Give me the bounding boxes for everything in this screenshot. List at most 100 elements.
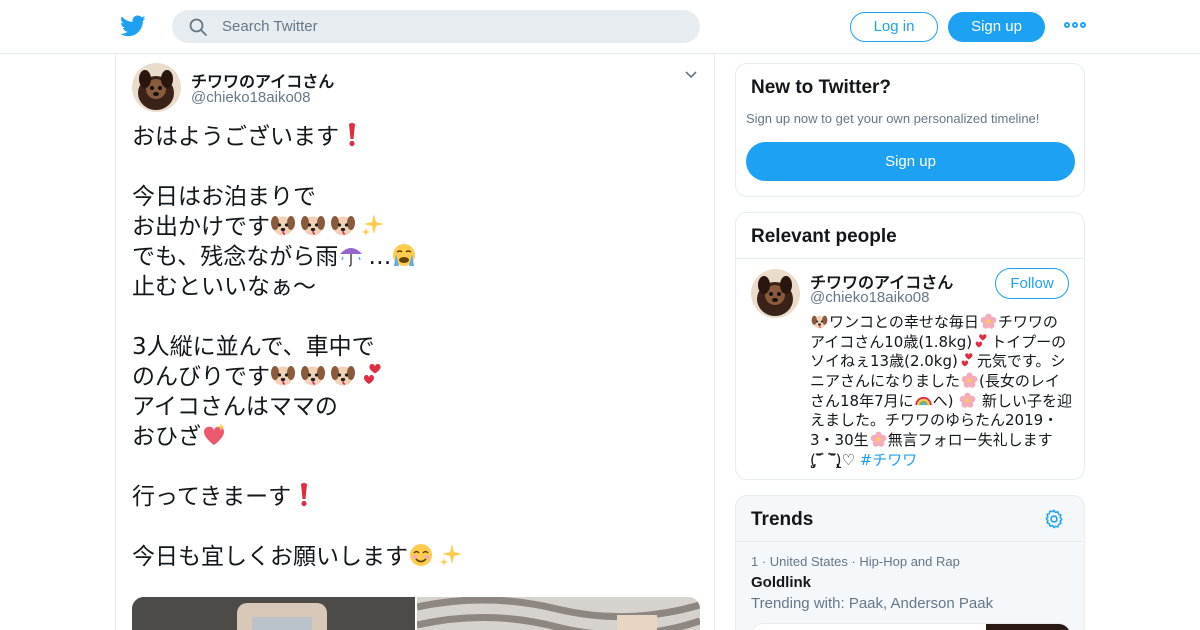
tweet-text-line: 今日はお泊まりで [132, 182, 692, 212]
dog-face-icon [811, 313, 828, 330]
follow-button[interactable]: Follow [995, 268, 1069, 299]
card-title: Trends [751, 509, 814, 530]
bio-text: 元気です。シ [976, 352, 1066, 371]
tweet-line-text: 3人縦に並んで、車中で [132, 334, 375, 360]
cherry-blossom-icon [959, 392, 976, 409]
tweet-line-text: おはようございます [132, 124, 339, 150]
tweet-line-suffix: … [368, 244, 392, 270]
dog-face-icon [330, 212, 356, 238]
tweet-line-text: 行ってきまーす [132, 484, 292, 510]
smiling-face-icon [408, 542, 434, 568]
bio-line: ソイねぇ13歳(2.0kg) 元気です。シ [810, 351, 1072, 371]
avatar[interactable] [751, 269, 800, 318]
bio-text: ソイねぇ13歳(2.0kg) [810, 352, 958, 371]
tweet-line-text: おひざ [132, 424, 201, 450]
bio-text: 新しい子を迎 [977, 391, 1073, 410]
avatar[interactable] [132, 63, 181, 112]
dog-face-icon [270, 212, 296, 238]
cherry-blossom-icon [980, 313, 997, 330]
search-input[interactable] [222, 10, 682, 43]
two-hearts-icon [360, 362, 386, 388]
card-subtitle: Sign up now to get your own personalized… [746, 111, 1040, 126]
profile-bio: ワンコとの幸せな毎日 チワワの アイコさん10歳(1.8kg) トイプーの ソイねぇ13… [810, 312, 1072, 470]
tweet-text-line: 3人縦に並んで、車中で [132, 332, 692, 362]
trend-preview[interactable] [751, 623, 1071, 630]
trend-name[interactable]: Goldlink [751, 574, 811, 591]
bio-text: さん18年7月に [810, 391, 914, 410]
tweet-text-line: お出かけです [132, 212, 692, 242]
two-hearts-icon [959, 352, 976, 369]
tweet-line-text: アイコさんはママの [132, 394, 338, 420]
bio-line: えました。チワワのゆらたん2019・ [810, 410, 1072, 430]
bio-text: えました。チワワのゆらたん2019・ [810, 411, 1059, 430]
trends-card: Trends 1 · United States · Hip-Hop and R… [735, 495, 1085, 630]
trend-related: Trending with: Paak, Anderson Paak [751, 595, 994, 612]
dog-face-icon [330, 362, 356, 388]
bio-text: チワワの [997, 313, 1058, 331]
sign-up-button[interactable]: Sign up [948, 12, 1045, 42]
cherry-blossom-icon [870, 431, 887, 448]
bio-line: ワンコとの幸せな毎日 チワワの [810, 312, 1072, 332]
trend-thumbnail [986, 624, 1070, 630]
bio-line: ニアさんになりました (長女のレイ [810, 371, 1072, 391]
sparkles-icon [438, 542, 464, 568]
bio-text: ワンコとの幸せな毎日 [829, 313, 979, 331]
more-options-icon[interactable] [1064, 22, 1086, 30]
bio-text: (長女のレイ [979, 372, 1060, 391]
tweet-text-line [132, 302, 692, 332]
log-in-button[interactable]: Log in [850, 12, 938, 42]
chevron-down-icon[interactable] [684, 70, 698, 80]
twitter-bird-icon[interactable] [120, 13, 146, 39]
tweet-text-line: 止むといいなぁ〜 [132, 272, 692, 302]
tweet-text-line: おはようございます [132, 122, 692, 152]
tweet-line-text: 今日はお泊まりで [132, 184, 316, 210]
card-header: Relevant people [736, 213, 1084, 259]
tweet-text-line: でも、残念ながら雨… [132, 242, 692, 272]
tweet-line-text: お出かけです [132, 214, 270, 240]
bio-text: トイプーの [991, 332, 1067, 351]
new-to-twitter-card: New to Twitter? Sign up now to get your … [735, 63, 1085, 197]
card-header: Trends [736, 496, 1084, 542]
search-box[interactable] [172, 10, 700, 43]
tweet-text-line: のんびりです [132, 362, 692, 392]
tweet-text-line: 今日も宜しくお願いします [132, 542, 692, 572]
tweet-text-line: おひざ [132, 422, 692, 452]
cherry-blossom-icon [961, 372, 978, 389]
tweet-line-text: 止むといいなぁ〜 [132, 274, 316, 300]
profile-handle[interactable]: @chieko18aiko08 [810, 289, 929, 306]
tweet-text-line: 行ってきまーす [132, 482, 692, 512]
bio-text: へ) [932, 391, 959, 410]
bio-text: 3・30生 [810, 431, 869, 450]
dog-face-icon [270, 362, 296, 388]
tweet-panel: チワワのアイコさん @chieko18aiko08 おはようございます 今日はお泊… [115, 54, 715, 630]
umbrella-icon [338, 242, 364, 268]
relevant-people-card: Relevant people チワワのアイコさん @chieko18aiko0… [735, 212, 1085, 480]
exclamation-icon [291, 482, 317, 508]
bio-text: (̨̡‾᷄ ‾᷅)̧̢♡ [810, 450, 860, 469]
gear-icon[interactable] [1043, 508, 1065, 530]
bio-line: さん18年7月に へ) 新しい子を迎 [810, 391, 1072, 411]
tweet-text-line [132, 512, 692, 542]
tweet-author-handle[interactable]: @chieko18aiko08 [191, 89, 310, 106]
bio-text: アイコさん10歳(1.8kg) [810, 332, 973, 351]
dog-face-icon [300, 362, 326, 388]
card-title: Relevant people [751, 226, 897, 247]
exclamation-icon [339, 122, 365, 148]
tweet-photo[interactable] [132, 597, 415, 630]
trend-meta: 1 · United States · Hip-Hop and Rap [751, 554, 960, 569]
hashtag-link[interactable]: #チワワ [860, 451, 918, 469]
rainbow-icon [914, 392, 932, 409]
card-title: New to Twitter? [751, 77, 892, 98]
dog-face-icon [300, 212, 326, 238]
tweet-photo[interactable] [417, 597, 700, 630]
sign-up-button[interactable]: Sign up [746, 142, 1075, 181]
tweet-line-text: 今日も宜しくお願いします [132, 544, 408, 570]
bio-line: アイコさん10歳(1.8kg) トイプーの [810, 332, 1072, 352]
top-navigation-bar: Log in Sign up [0, 0, 1200, 54]
two-hearts-icon [973, 333, 990, 350]
tweet-text-line [132, 452, 692, 482]
sparkles-icon [360, 212, 386, 238]
bio-line: 3・30生 無言フォロー失礼します [810, 430, 1072, 450]
sparkling-heart-icon [201, 422, 227, 448]
tweet-text-line [132, 152, 692, 182]
